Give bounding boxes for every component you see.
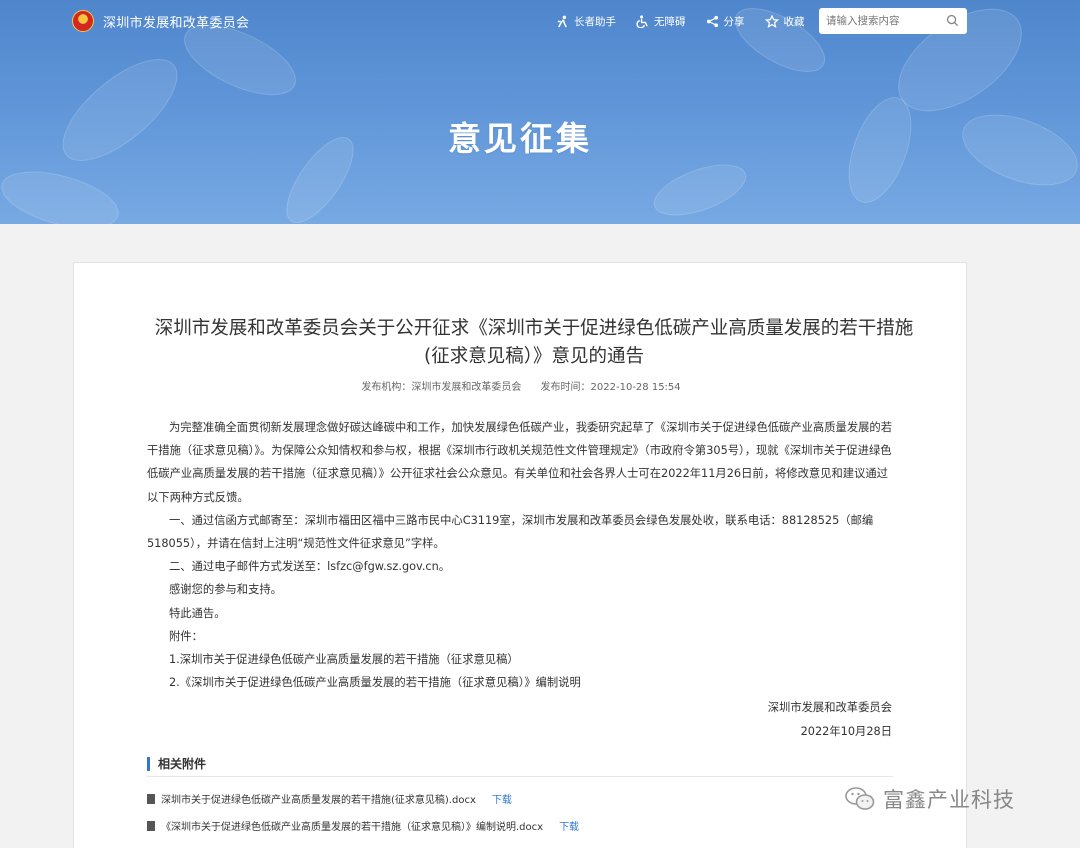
accessibility-button[interactable]: 无障碍 <box>636 14 686 29</box>
banner-title: 意见征集 <box>448 119 592 158</box>
attachment-file-name[interactable]: 深圳市关于促进绿色低碳产业高质量发展的若干措施(征求意见稿).docx <box>161 791 476 806</box>
download-link[interactable]: 下载 <box>559 818 579 833</box>
wechat-watermark: 富鑫产业科技 <box>845 784 1015 814</box>
attachment-line-1: 1.深圳市关于促进绿色低碳产业高质量发展的若干措施（征求意见稿） <box>169 653 519 667</box>
attachment-item: 《深圳市关于促进绿色低碳产业高质量发展的若干措施（征求意见稿）》编制说明.doc… <box>147 818 579 833</box>
download-link[interactable]: 下载 <box>492 791 512 806</box>
site-name: 深圳市发展和改革委员会 <box>103 15 250 31</box>
paragraph-mail: 一、通过信函方式邮寄至：深圳市福田区福中三路市民中心C3119室，深圳市发展和改… <box>147 513 874 551</box>
favorite-button[interactable]: 收藏 <box>764 14 805 29</box>
toolbar: 长者助手 无障碍 分享 收藏 <box>556 14 825 29</box>
share-button[interactable]: 分享 <box>706 14 745 29</box>
favorite-label: 收藏 <box>783 16 805 28</box>
search-input[interactable] <box>819 9 937 33</box>
paragraph-intro: 为完整准确全面贯彻新发展理念做好碳达峰碳中和工作，加快发展绿色低碳产业，我委研究… <box>147 421 893 504</box>
signature-date: 2022年10月28日 <box>800 725 892 738</box>
national-emblem-icon <box>72 10 94 32</box>
article-title: 深圳市发展和改革委员会关于公开征求《深圳市关于促进绿色低碳产业高质量发展的若干措… <box>114 315 954 371</box>
publish-date-label: 发布时间： <box>540 382 591 393</box>
wechat-icon <box>845 787 875 810</box>
search-box <box>819 8 967 34</box>
paragraph-email: 二、通过电子邮件方式发送至：lsfzc@fgw.sz.gov.cn。 <box>169 560 451 574</box>
section-accent-bar <box>147 757 150 771</box>
elder-assistant-label: 长者助手 <box>574 16 616 28</box>
article-meta: 发布机构：深圳市发展和改革委员会 发布时间：2022-10-28 15:54 <box>74 378 968 393</box>
attachment-item: 深圳市关于促进绿色低碳产业高质量发展的若干措施(征求意见稿).docx 下载 <box>147 791 512 806</box>
elder-icon <box>557 15 567 28</box>
share-icon <box>706 15 718 28</box>
publisher-label: 发布机构： <box>361 382 412 393</box>
publish-date-value: 2022-10-28 15:54 <box>590 382 681 393</box>
search-icon[interactable] <box>946 14 959 27</box>
article-title-line-2: (征求意见稿）》意见的通告 <box>424 346 644 367</box>
signature-org: 深圳市发展和改革委员会 <box>767 701 892 714</box>
paragraph-thanks: 感谢您的参与和支持。 <box>169 583 282 597</box>
article-title-line-1: 深圳市发展和改革委员会关于公开征求《深圳市关于促进绿色低碳产业高质量发展的若干措… <box>154 318 914 339</box>
star-icon <box>764 15 779 28</box>
article-card: 深圳市发展和改革委员会关于公开征求《深圳市关于促进绿色低碳产业高质量发展的若干措… <box>73 262 967 848</box>
related-attachments-header: 相关附件 <box>147 753 893 777</box>
paragraph-notice: 特此通告。 <box>169 606 226 620</box>
watermark-text: 富鑫产业科技 <box>883 788 1015 812</box>
document-icon <box>147 793 155 804</box>
attachment-file-name[interactable]: 《深圳市关于促进绿色低碳产业高质量发展的若干措施（征求意见稿）》编制说明.doc… <box>161 818 543 833</box>
related-attachments-title: 相关附件 <box>158 757 207 771</box>
publish-date-info: 发布时间：2022-10-28 15:54 <box>541 382 681 393</box>
accessibility-icon <box>636 15 648 28</box>
paragraph-attachments-label: 附件： <box>169 629 203 643</box>
signature-block: 深圳市发展和改革委员会 2022年10月28日 <box>768 696 892 744</box>
document-icon <box>147 820 155 831</box>
top-navigation-bar: 深圳市发展和改革委员会 长者助手 无障碍 分享 收藏 请输入搜索内容 <box>0 0 1080 42</box>
attachment-line-2: 2.《深圳市关于促进绿色低碳产业高质量发展的若干措施（征求意见稿）》编制说明 <box>169 676 581 690</box>
page-banner: 深圳市发展和改革委员会 长者助手 无障碍 分享 收藏 请输入搜索内容 意见征集 <box>0 0 1080 224</box>
share-label: 分享 <box>723 16 745 28</box>
publisher-info: 发布机构：深圳市发展和改革委员会 <box>361 382 521 393</box>
elder-assistant-button[interactable]: 长者助手 <box>556 14 616 29</box>
publisher-value: 深圳市发展和改革委员会 <box>411 382 522 393</box>
accessibility-label: 无障碍 <box>654 16 686 28</box>
article-body: 为完整准确全面贯彻新发展理念做好碳达峰碳中和工作，加快发展绿色低碳产业，我委研究… <box>147 416 893 694</box>
site-brand[interactable]: 深圳市发展和改革委员会 <box>72 9 249 33</box>
